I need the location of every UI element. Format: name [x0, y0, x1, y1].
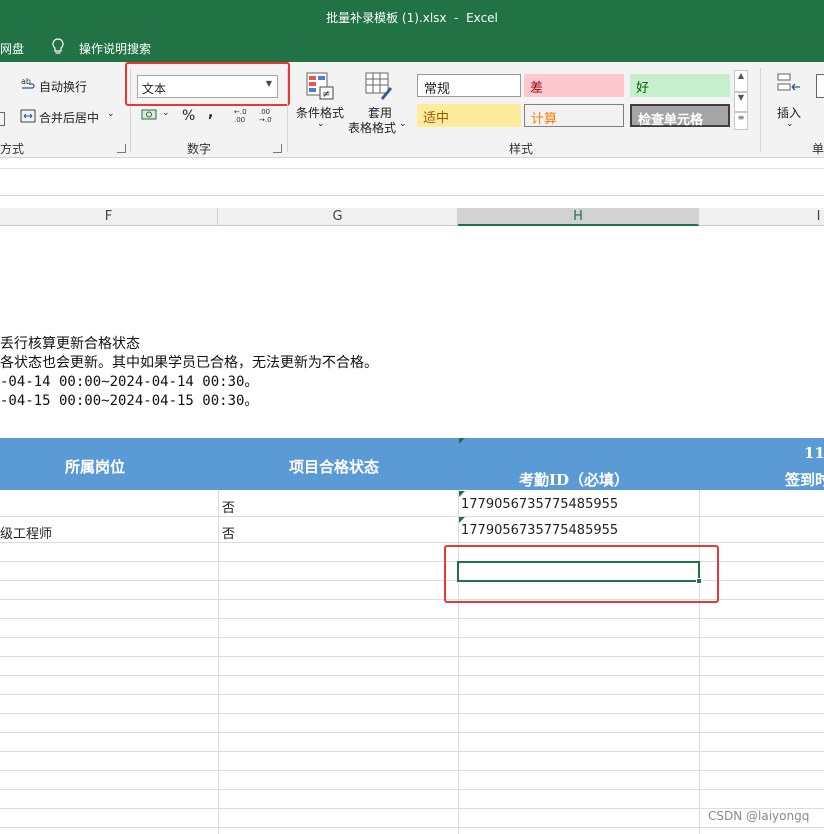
grid-row-line	[0, 789, 824, 790]
decrease-decimal-button[interactable]: .00 →.0	[259, 108, 277, 124]
grid-row-line	[0, 542, 824, 543]
cell-style-5[interactable]: 检查单元格	[630, 104, 730, 128]
delete-cells-icon[interactable]	[816, 74, 824, 98]
tell-me-search[interactable]: 操作说明搜索	[79, 40, 151, 57]
currency-icon[interactable]	[141, 108, 159, 122]
merge-center-icon	[20, 109, 36, 123]
row1-status[interactable]: 否	[222, 497, 235, 516]
format-as-table-button[interactable]: 表格格式	[348, 119, 396, 136]
format-as-table-dropdown-icon[interactable]: ⌄	[399, 119, 407, 129]
cells-group-label: 单	[812, 142, 824, 156]
note-line-3: -04-14 00:00~2024-04-14 00:30。	[0, 374, 259, 390]
grid-row-line	[0, 713, 824, 714]
grid-row-line	[0, 694, 824, 695]
column-header-row: F G H I	[0, 208, 824, 226]
highlight-box-format	[125, 62, 290, 106]
format-as-table-icon	[365, 72, 392, 100]
ribbon: ab 自动换行 合并后居中 ⌄ 方式 文本 ▼ ⌄ % , ←.0 .00 .0…	[0, 62, 824, 158]
window-title: 批量补录模板 (1).xlsx - Excel	[326, 11, 498, 25]
cell-style-1[interactable]: 差	[524, 74, 624, 97]
cell-style-4[interactable]: 计算	[524, 104, 624, 127]
watermark: CSDN @laiyongq	[708, 809, 810, 823]
grid-row-line	[0, 808, 824, 809]
grid-row-line	[0, 770, 824, 771]
number-launcher-icon[interactable]	[273, 144, 282, 153]
title-bar: 批量补录模板 (1).xlsx - Excel	[0, 0, 824, 34]
column-header-f[interactable]: F	[0, 208, 218, 226]
header-col-i-bottom[interactable]: 签到时	[785, 469, 824, 490]
grid-row-line	[0, 516, 824, 517]
column-header-g[interactable]: G	[218, 208, 458, 226]
header-position[interactable]: 所属岗位	[65, 456, 125, 477]
merge-center-button[interactable]: 合并后居中	[39, 109, 99, 126]
row2-position[interactable]: 级工程师	[0, 523, 52, 542]
column-header-i[interactable]: I	[699, 208, 824, 226]
alignment-group-label: 方式	[0, 142, 25, 156]
ribbon-separator	[760, 68, 761, 152]
gallery-down-icon[interactable]: ▼	[734, 92, 748, 112]
note-line-1: 丢行核算更新合格状态	[0, 336, 140, 352]
header-attendance-id[interactable]: 考勤ID（必填）	[519, 469, 629, 490]
svg-text:≠: ≠	[322, 89, 330, 100]
grid-line-h	[458, 490, 459, 834]
insert-dropdown-icon[interactable]: ⌄	[786, 119, 794, 129]
align-icon[interactable]	[0, 112, 5, 126]
svg-text:ab: ab	[21, 77, 31, 86]
row2-attendance-id[interactable]: 1779056735775485955	[461, 523, 618, 538]
grid-line-i	[699, 490, 700, 834]
formula-bar-area[interactable]	[0, 158, 824, 196]
percent-button[interactable]: %	[182, 108, 195, 124]
header-qualified-status[interactable]: 项目合格状态	[289, 456, 379, 477]
wrap-text-button[interactable]: 自动换行	[39, 78, 87, 95]
formula-bar-divider	[0, 168, 824, 169]
styles-group-label: 样式	[509, 142, 534, 156]
menu-item-netdisk[interactable]: 网盘	[0, 40, 24, 57]
grid-row-line	[0, 751, 824, 752]
cell-style-0[interactable]: 常规	[417, 74, 521, 97]
row1-attendance-id[interactable]: 1779056735775485955	[461, 497, 618, 512]
grid-line-g	[218, 490, 219, 834]
increase-decimal-button[interactable]: ←.0 .00	[234, 108, 252, 124]
conditional-format-icon: ≠	[306, 72, 334, 100]
cell-style-3[interactable]: 适中	[417, 104, 521, 127]
grid-row-line	[0, 637, 824, 638]
grid-row-line	[0, 675, 824, 676]
menu-bar: 网盘 操作说明搜索	[0, 34, 824, 62]
comment-indicator-icon	[459, 438, 465, 444]
grid-row-line	[0, 732, 824, 733]
insert-cells-icon	[777, 73, 800, 91]
excel-window: 批量补录模板 (1).xlsx - Excel 网盘 操作说明搜索 ab 自动换…	[0, 0, 824, 834]
wrap-text-icon: ab	[21, 77, 35, 89]
note-line-4: -04-15 00:00~2024-04-15 00:30。	[0, 393, 259, 409]
gallery-more-icon[interactable]: ≡	[734, 112, 748, 130]
currency-dropdown-icon[interactable]: ⌄	[162, 108, 170, 118]
highlight-box-cell	[444, 545, 719, 603]
lightbulb-icon	[52, 38, 64, 54]
conditional-format-dropdown-icon[interactable]: ⌄	[317, 119, 325, 129]
ribbon-separator	[287, 68, 288, 152]
header-col-i-top[interactable]: 11	[804, 444, 824, 462]
table-header-row: 所属岗位 项目合格状态 考勤ID（必填） 11 签到时	[0, 438, 824, 490]
comma-button[interactable]: ,	[208, 105, 213, 121]
merge-dropdown-icon[interactable]: ⌄	[107, 109, 115, 119]
cell-style-2[interactable]: 好	[630, 74, 730, 97]
row2-status[interactable]: 否	[222, 523, 235, 542]
grid-row-line	[0, 618, 824, 619]
gallery-up-icon[interactable]: ▲	[734, 70, 748, 92]
number-group-label: 数字	[187, 142, 212, 156]
alignment-launcher-icon[interactable]	[117, 144, 126, 153]
note-line-2: 各状态也会更新。其中如果学员已合格，无法更新为不合格。	[0, 355, 378, 371]
column-header-h[interactable]: H	[458, 208, 699, 226]
grid-row-line	[0, 656, 824, 657]
grid-row-line	[0, 827, 824, 828]
